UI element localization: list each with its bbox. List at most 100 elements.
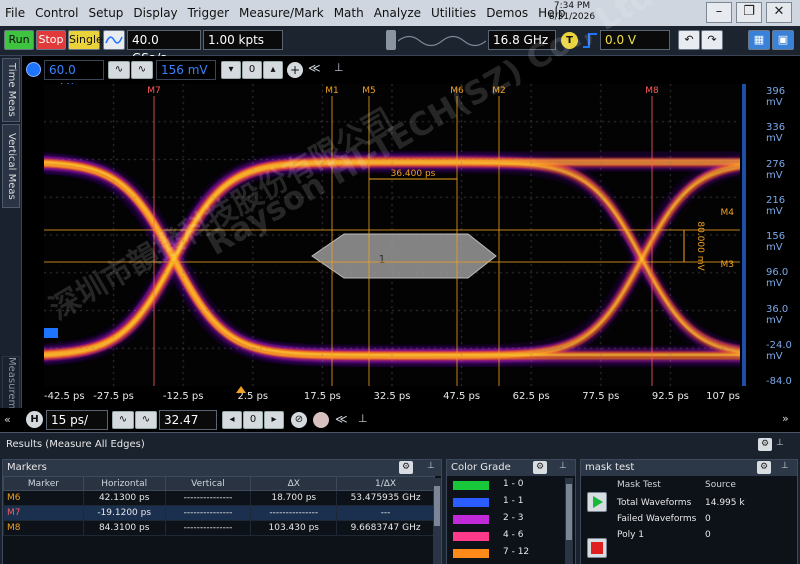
marker-horizontal: 84.3100 ps bbox=[82, 520, 166, 536]
timebase-scale-field[interactable]: 15 ps/ bbox=[46, 410, 108, 430]
pin-icon[interactable]: ⊥ bbox=[334, 61, 344, 74]
mask-start-button[interactable] bbox=[587, 492, 607, 512]
clock-time: 7:34 PM bbox=[553, 1, 591, 11]
color-grade-row[interactable]: 4 - 6 bbox=[449, 529, 569, 543]
close-button[interactable]: ✕ bbox=[766, 2, 792, 23]
offset-reset-icon[interactable]: 0 bbox=[242, 61, 262, 79]
menu-demos[interactable]: Demos bbox=[481, 6, 533, 20]
chevron-left-icon[interactable]: ◂ bbox=[222, 411, 242, 429]
mask-test-col1: Mask Test bbox=[617, 480, 661, 490]
y-tick-label: 396 mV bbox=[766, 86, 786, 108]
trigger-level-field[interactable]: 0.0 V bbox=[600, 30, 670, 50]
undo-icon[interactable]: ↶ bbox=[678, 30, 700, 50]
stop-button[interactable]: Stop bbox=[36, 30, 66, 50]
marker-vertical: --------------- bbox=[164, 505, 252, 521]
minimize-button[interactable]: – bbox=[706, 2, 732, 23]
menu-measure-mark[interactable]: Measure/Mark bbox=[234, 6, 329, 20]
scroll-left-icon[interactable]: « bbox=[4, 410, 18, 430]
menu-display[interactable]: Display bbox=[128, 6, 182, 20]
results-title: Results (Measure All Edges) bbox=[6, 439, 145, 450]
clock: 7:34 PM 8/31/2026 bbox=[540, 1, 604, 23]
y-axis-bar[interactable] bbox=[742, 84, 746, 386]
add-icon[interactable]: + bbox=[287, 62, 303, 78]
screenshot-icon[interactable]: ▣ bbox=[772, 30, 794, 50]
collapse-icon-2[interactable]: ≪ bbox=[335, 412, 348, 426]
mask-test-gear-icon[interactable]: ⚙ bbox=[757, 461, 771, 474]
y-axis: 396 mV 336 mV 276 mV 216 mV 156 mV 96.0 mV 36.… bbox=[740, 84, 800, 398]
color-grade-gear-icon[interactable]: ⚙ bbox=[533, 461, 547, 474]
x-tick-label: 62.5 ps bbox=[512, 391, 550, 402]
table-row[interactable]: M6 42.1300 ps --------------- 18.700 ps … bbox=[3, 490, 435, 506]
channel-scale-field[interactable]: 60.0 mV/ bbox=[44, 60, 104, 95]
position-reset-icon[interactable]: 0 bbox=[243, 411, 263, 429]
menu-analyze[interactable]: Analyze bbox=[369, 6, 426, 20]
redo-icon[interactable]: ↷ bbox=[701, 30, 723, 50]
trigger-position-marker[interactable] bbox=[236, 386, 246, 393]
scroll-right-icon[interactable]: » bbox=[782, 412, 789, 425]
menu-setup[interactable]: Setup bbox=[83, 6, 128, 20]
color-grade-row[interactable]: 7 - 12 bbox=[449, 546, 569, 560]
table-row[interactable]: M8 84.3100 ps --------------- 103.430 ps… bbox=[3, 520, 435, 536]
run-button[interactable]: Run bbox=[4, 30, 34, 50]
channel-1-icon[interactable] bbox=[26, 62, 41, 77]
memory-depth-field[interactable]: 1.00 kpts bbox=[203, 30, 283, 50]
menu-control[interactable]: Control bbox=[30, 6, 83, 20]
channel-waveform-icon[interactable]: ∿ bbox=[108, 61, 130, 79]
pin-icon-2[interactable]: ⊥ bbox=[358, 412, 368, 425]
results-pin-icon[interactable]: ⊥ bbox=[776, 438, 784, 448]
menu-trigger[interactable]: Trigger bbox=[183, 6, 234, 20]
y-tick-label: 36.0 mV bbox=[766, 303, 789, 326]
mask-test-pin-icon[interactable]: ⊥ bbox=[781, 461, 789, 471]
eye-diagram-plot[interactable]: 1 M7 M1 M5 M6 M2 M8 M4 M3 36.400 ps 80.000 mV bbox=[44, 84, 740, 386]
markers-gear-icon[interactable]: ⚙ bbox=[399, 461, 413, 474]
color-swatch bbox=[453, 532, 489, 541]
mask-stop-button[interactable] bbox=[587, 538, 607, 558]
menu-math[interactable]: Math bbox=[329, 6, 369, 20]
markers-panel-title: Markers bbox=[3, 460, 441, 476]
color-grade-scrollbar[interactable] bbox=[565, 478, 573, 564]
color-grade-pin-icon[interactable]: ⊥ bbox=[559, 461, 567, 471]
rising-edge-icon[interactable] bbox=[582, 32, 598, 49]
chevron-down-icon[interactable]: ▾ bbox=[221, 61, 241, 79]
channel-toolbar: 60.0 mV/ ∿ ∿ 156 mV ▾ 0 ▴ + ≪ ⊥ bbox=[22, 56, 800, 95]
color-grade-row[interactable]: 1 - 0 bbox=[449, 478, 569, 492]
marker-delta-x: 103.430 ps bbox=[250, 520, 338, 536]
table-row[interactable]: M7 -19.1200 ps --------------- ---------… bbox=[3, 505, 435, 521]
markers-pin-icon[interactable]: ⊥ bbox=[427, 461, 435, 471]
color-grade-title: Color Grade bbox=[447, 460, 575, 476]
collapse-icon[interactable]: ≪ bbox=[308, 61, 321, 75]
autoscale-icon[interactable] bbox=[103, 30, 125, 50]
channel-ground-marker[interactable] bbox=[44, 328, 58, 338]
color-grade-row[interactable]: 1 - 1 bbox=[449, 495, 569, 509]
trigger-badge[interactable]: T bbox=[561, 32, 578, 49]
delta-y-label: 80.000 mV bbox=[695, 221, 705, 271]
menu-file[interactable]: File bbox=[0, 6, 30, 20]
horizontal-badge[interactable]: H bbox=[26, 411, 43, 428]
tab-vertical-meas[interactable]: Vertical Meas bbox=[2, 124, 20, 208]
slider-handle-icon[interactable] bbox=[386, 30, 396, 50]
sample-rate-field[interactable]: 40.0 GSa/s bbox=[127, 30, 201, 65]
marker-name: M8 bbox=[3, 520, 84, 536]
restore-button[interactable]: ❐ bbox=[736, 2, 762, 23]
record-icon[interactable] bbox=[313, 412, 329, 428]
timebase-waveform-icon[interactable]: ∿ bbox=[112, 411, 134, 429]
timebase-fine-icon[interactable]: ∿ bbox=[135, 411, 157, 429]
zoom-icon[interactable]: ⊘ bbox=[291, 412, 307, 428]
x-tick-label: 77.5 ps bbox=[582, 391, 620, 402]
tab-time-meas[interactable]: Time Meas bbox=[2, 58, 20, 122]
color-grade-row[interactable]: 2 - 3 bbox=[449, 512, 569, 526]
chevron-up-icon[interactable]: ▴ bbox=[263, 61, 283, 79]
marker-label: M5 bbox=[362, 86, 376, 96]
bandwidth-field[interactable]: 16.8 GHz bbox=[488, 30, 556, 50]
timebase-position-field[interactable]: 32.47 ps bbox=[159, 410, 217, 445]
menu-utilities[interactable]: Utilities bbox=[426, 6, 481, 20]
mask-polygon[interactable] bbox=[311, 233, 497, 279]
markers-scrollbar[interactable] bbox=[433, 478, 441, 564]
channel-fine-icon[interactable]: ∿ bbox=[131, 61, 153, 79]
results-gear-icon[interactable]: ⚙ bbox=[758, 438, 772, 451]
menu-bar: File Control Setup Display Trigger Measu… bbox=[0, 0, 800, 26]
channel-offset-field[interactable]: 156 mV bbox=[156, 60, 216, 80]
chevron-right-icon[interactable]: ▸ bbox=[264, 411, 284, 429]
display-layout-icon[interactable]: ▦ bbox=[748, 30, 770, 50]
single-button[interactable]: Single bbox=[68, 30, 103, 50]
